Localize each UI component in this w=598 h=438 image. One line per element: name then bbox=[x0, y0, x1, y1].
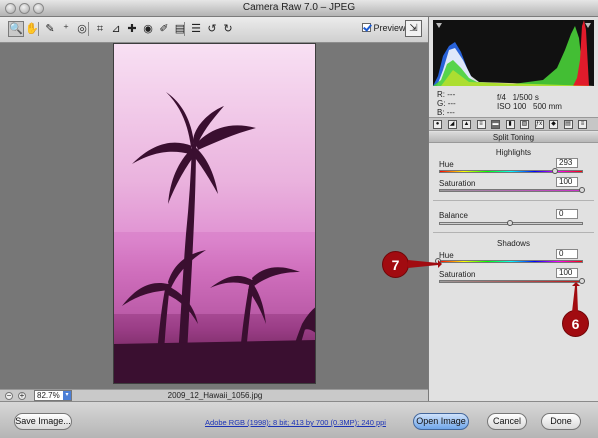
preview-checkbox[interactable] bbox=[362, 23, 371, 32]
color-sampler-tool-icon[interactable]: ⁺ bbox=[58, 21, 74, 37]
chevron-down-icon: ▾ bbox=[63, 391, 71, 400]
toolbar-separator bbox=[88, 22, 89, 36]
panel-title: Split Toning bbox=[429, 132, 598, 143]
highlights-heading: Highlights bbox=[495, 148, 532, 157]
title-bar: Camera Raw 7.0 – JPEG bbox=[0, 0, 598, 17]
spot-removal-tool-icon[interactable]: ✚ bbox=[124, 21, 140, 37]
slider-thumb[interactable] bbox=[552, 168, 559, 174]
shadows-saturation-slider[interactable] bbox=[439, 280, 583, 283]
exposure-info: f/4 1/500 s ISO 100 500 mm bbox=[497, 93, 562, 111]
split-toning-tab-icon[interactable]: ▬ bbox=[491, 120, 500, 129]
zoom-tool-icon[interactable]: 🔍 bbox=[8, 21, 24, 37]
shadow-clipping-warning-icon bbox=[436, 23, 442, 28]
image-canvas[interactable] bbox=[0, 43, 428, 389]
crop-tool-icon[interactable]: ⌗ bbox=[92, 21, 108, 37]
camera-calibration-tab-icon[interactable]: ƒx bbox=[534, 120, 544, 129]
bottom-bar: Save Image... Adobe RGB (1998); 8 bit; 4… bbox=[0, 401, 598, 438]
hsl-tab-icon[interactable]: ≡ bbox=[476, 120, 486, 129]
shadows-saturation-field[interactable]: 100 bbox=[556, 268, 578, 278]
shadows-heading: Shadows bbox=[497, 239, 530, 248]
highlights-saturation-field[interactable]: 100 bbox=[556, 177, 578, 187]
balance-label: Balance bbox=[439, 211, 468, 220]
shadows-hue-slider[interactable] bbox=[439, 260, 583, 263]
highlights-hue-label: Hue bbox=[439, 160, 454, 169]
shadows-saturation-label: Saturation bbox=[439, 270, 476, 279]
preview-toggle[interactable]: Preview bbox=[362, 23, 406, 33]
graduated-filter-icon[interactable]: ▤ bbox=[172, 21, 188, 37]
step-7-callout: 7 bbox=[382, 251, 409, 278]
highlights-saturation-label: Saturation bbox=[439, 179, 476, 188]
toolbar-separator bbox=[38, 22, 39, 36]
balance-field[interactable]: 0 bbox=[556, 209, 578, 219]
callout-arrow bbox=[572, 282, 580, 312]
shadows-hue-field[interactable]: 0 bbox=[556, 249, 578, 259]
open-image-button[interactable]: Open Image bbox=[413, 413, 469, 430]
zoom-level-select[interactable]: 82.7% ▾ bbox=[34, 390, 72, 401]
panel-tabs: ● ◢ ▲ ≡ ▬ ▮ ▧ ƒx ◆ ▤ ≡ bbox=[429, 117, 598, 131]
adjustments-panel: R: --- G: --- B: --- f/4 1/500 s ISO 100… bbox=[428, 17, 598, 401]
palm-trees-image bbox=[114, 92, 315, 383]
preview-label: Preview bbox=[373, 23, 406, 33]
toolbar-separator bbox=[184, 22, 185, 36]
done-button[interactable]: Done bbox=[541, 413, 581, 430]
zoom-in-button[interactable]: + bbox=[18, 392, 26, 400]
presets-tab-icon[interactable]: ◆ bbox=[549, 120, 558, 129]
adjustment-brush-icon[interactable]: ✐ bbox=[156, 21, 172, 37]
rotate-right-icon[interactable]: ↻ bbox=[220, 21, 236, 37]
toolbar: 🔍 ✋ ✎ ⁺ ◎ ⌗ ⊿ ✚ ◉ ✐ ▤ ☰ ↺ ↻ Preview ⇲ bbox=[0, 17, 428, 43]
camera-info: R: --- G: --- B: --- f/4 1/500 s ISO 100… bbox=[433, 88, 594, 118]
detail-tab-icon[interactable]: ▲ bbox=[462, 120, 471, 129]
fullscreen-icon: ⇲ bbox=[409, 23, 418, 34]
photo-preview bbox=[113, 43, 316, 384]
basic-tab-icon[interactable]: ● bbox=[433, 120, 442, 129]
status-bar: − + 82.7% ▾ 2009_12_Hawaii_1056.jpg bbox=[0, 389, 428, 401]
file-name: 2009_12_Hawaii_1056.jpg bbox=[167, 391, 263, 400]
red-eye-removal-tool-icon[interactable]: ◉ bbox=[140, 21, 156, 37]
slider-thumb[interactable] bbox=[579, 187, 585, 193]
divider bbox=[433, 232, 594, 233]
callout-arrow bbox=[408, 260, 442, 268]
highlights-hue-field[interactable]: 293 bbox=[556, 158, 578, 168]
divider bbox=[433, 200, 594, 201]
panel-menu-icon[interactable]: ≡ bbox=[578, 120, 587, 129]
slider-thumb[interactable] bbox=[507, 220, 513, 226]
histogram bbox=[433, 20, 594, 86]
highlights-saturation-slider[interactable] bbox=[439, 189, 583, 192]
open-preferences-icon[interactable]: ☰ bbox=[188, 21, 204, 37]
rotate-left-icon[interactable]: ↺ bbox=[204, 21, 220, 37]
highlight-clipping-warning-icon bbox=[585, 23, 591, 28]
save-image-button[interactable]: Save Image... bbox=[14, 413, 72, 430]
window-title: Camera Raw 7.0 – JPEG bbox=[242, 2, 356, 13]
cancel-button[interactable]: Cancel bbox=[487, 413, 527, 430]
step-6-callout: 6 bbox=[562, 310, 589, 337]
snapshots-tab-icon[interactable]: ▤ bbox=[563, 120, 573, 129]
rgb-readout: R: --- G: --- B: --- bbox=[437, 90, 456, 117]
zoom-level-value: 82.7% bbox=[37, 391, 60, 400]
tone-curve-tab-icon[interactable]: ◢ bbox=[447, 120, 457, 129]
straighten-tool-icon[interactable]: ⊿ bbox=[108, 21, 124, 37]
lens-corrections-tab-icon[interactable]: ▮ bbox=[505, 120, 515, 129]
workflow-options-link[interactable]: Adobe RGB (1998); 8 bit; 413 by 700 (0.3… bbox=[193, 418, 398, 427]
effects-tab-icon[interactable]: ▧ bbox=[520, 120, 529, 129]
highlights-hue-slider[interactable] bbox=[439, 170, 583, 173]
fullscreen-toggle-button[interactable]: ⇲ bbox=[405, 20, 422, 37]
white-balance-tool-icon[interactable]: ✎ bbox=[42, 21, 58, 37]
zoom-out-button[interactable]: − bbox=[5, 392, 13, 400]
